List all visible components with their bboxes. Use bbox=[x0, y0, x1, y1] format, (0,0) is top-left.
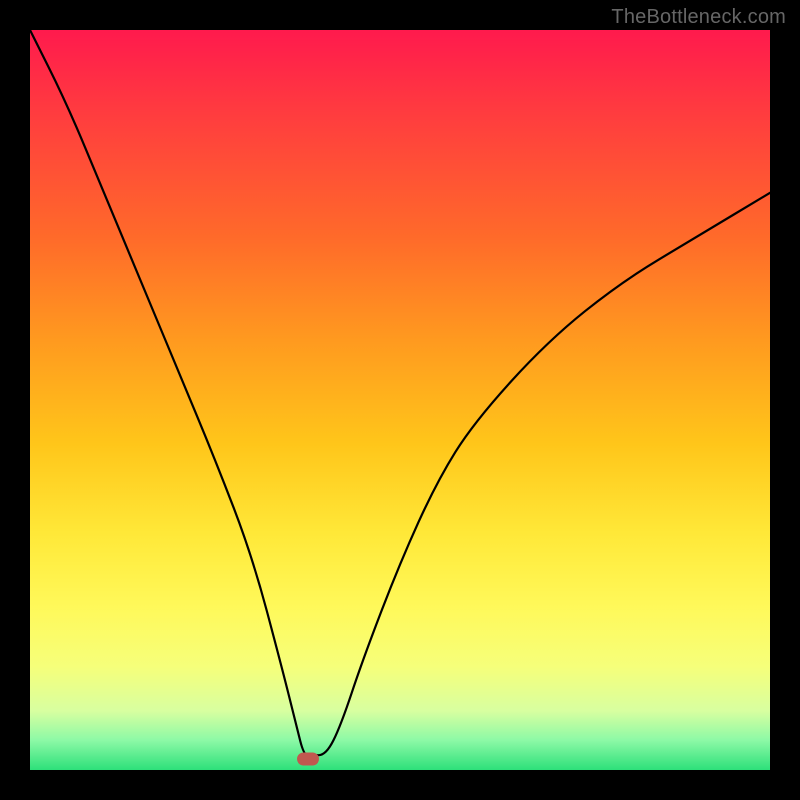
watermark-text: TheBottleneck.com bbox=[611, 6, 786, 29]
plot-area bbox=[30, 30, 770, 770]
chart-stage: TheBottleneck.com bbox=[0, 0, 800, 800]
optimum-marker bbox=[297, 752, 319, 765]
bottleneck-curve bbox=[30, 30, 770, 755]
curve-svg bbox=[30, 30, 770, 770]
